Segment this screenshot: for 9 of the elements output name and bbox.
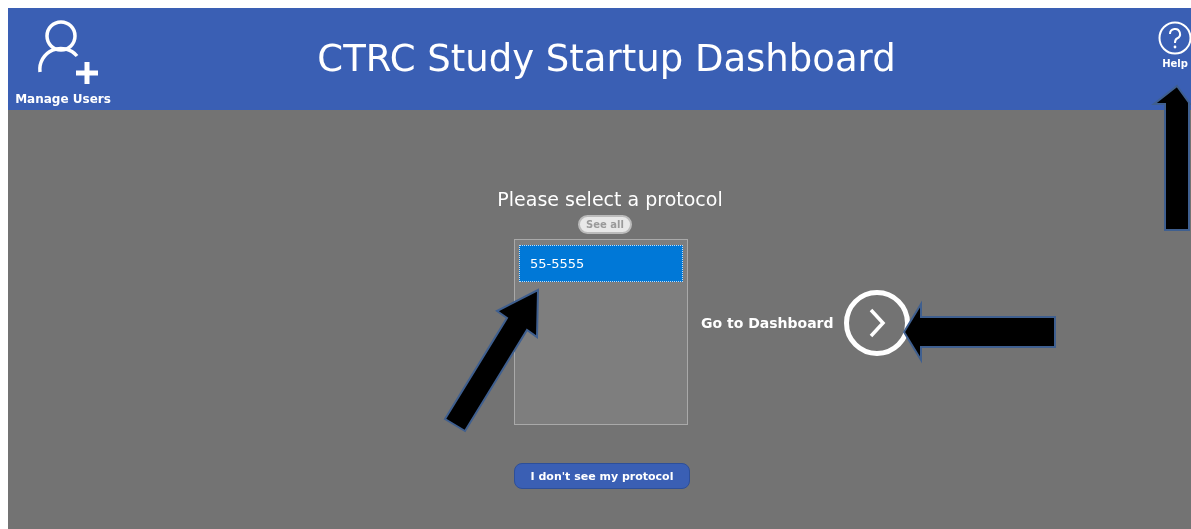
protocol-item[interactable]: 55-5555 bbox=[519, 245, 683, 282]
add-user-icon[interactable] bbox=[37, 20, 99, 86]
manage-users-label[interactable]: Manage Users bbox=[15, 92, 111, 106]
help-label[interactable]: Help bbox=[1162, 58, 1188, 69]
dashboard-title: CTRC Study Startup Dashboard bbox=[316, 36, 897, 82]
help-icon[interactable] bbox=[1158, 21, 1191, 55]
prompt-text: Please select a protocol bbox=[496, 188, 724, 210]
missing-protocol-button[interactable]: I don't see my protocol bbox=[514, 463, 690, 489]
go-to-dashboard-label[interactable]: Go to Dashboard bbox=[701, 315, 834, 331]
